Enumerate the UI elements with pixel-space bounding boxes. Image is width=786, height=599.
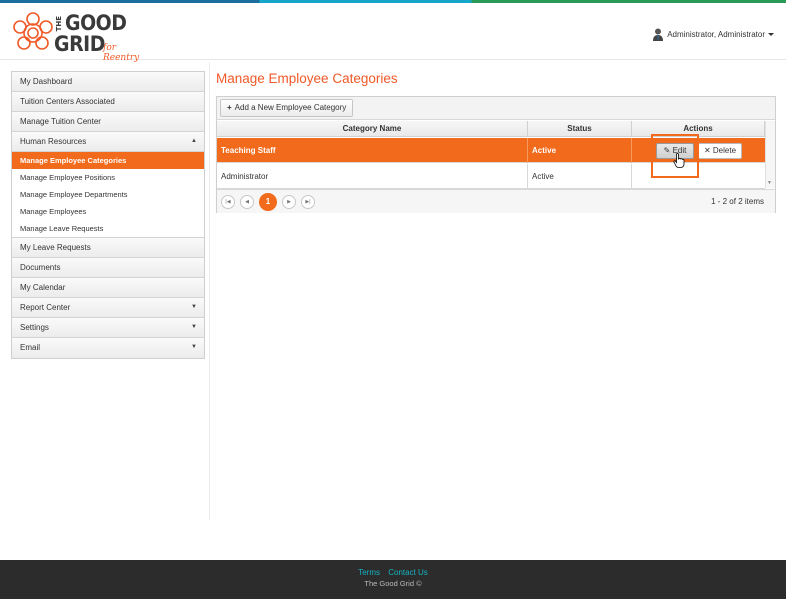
plus-icon: +	[227, 103, 232, 112]
contact-us-link[interactable]: Contact Us	[388, 568, 428, 577]
logo-tagline: for Reentry	[103, 43, 140, 63]
next-page-icon[interactable]: ▶	[282, 195, 296, 209]
scroll-down-icon[interactable]: ▼	[767, 180, 772, 186]
sidebar-item-manage-tuition-center[interactable]: Manage Tuition Center	[12, 112, 204, 132]
employee-categories-grid: + Add a New Employee Category Category Na…	[216, 96, 776, 213]
grid-pager: |◀ ◀ 1 ▶ ▶| 1 - 2 of 2 items	[217, 189, 775, 213]
page-title: Manage Employee Categories	[216, 71, 398, 86]
hand-pointer-cursor-icon	[673, 153, 685, 168]
flower-logo-icon	[13, 12, 53, 50]
add-button-label: Add a New Employee Category	[234, 103, 347, 112]
sidebar-item-my-calendar[interactable]: My Calendar	[12, 278, 204, 298]
sidebar-subitem-manage-employees[interactable]: Manage Employees	[12, 203, 204, 220]
logo-the-text: THE	[55, 16, 63, 32]
sidebar-item-tuition-centers-associated[interactable]: Tuition Centers Associated	[12, 92, 204, 112]
sidebar-item-label: My Dashboard	[20, 77, 73, 86]
pager-info: 1 - 2 of 2 items	[711, 197, 764, 206]
sidebar-subitem-manage-employee-departments[interactable]: Manage Employee Departments	[12, 186, 204, 203]
header: THE GOOD GRID for Reentry Administrator,…	[0, 3, 786, 63]
sidebar-item-my-leave-requests[interactable]: My Leave Requests	[12, 238, 204, 258]
sidebar-item-human-resources[interactable]: Human Resources ▲	[12, 132, 204, 152]
sidebar-subitem-manage-employee-positions[interactable]: Manage Employee Positions	[12, 169, 204, 186]
sidebar-item-label: Documents	[20, 263, 61, 272]
category-name-cell: Administrator	[217, 164, 528, 189]
sidebar-nav: My Dashboard Tuition Centers Associated …	[11, 71, 205, 359]
footer: Terms Contact Us The Good Grid ©	[0, 560, 786, 599]
user-menu[interactable]: Administrator, Administrator	[653, 27, 774, 41]
sidebar-item-my-dashboard[interactable]: My Dashboard	[12, 72, 204, 92]
previous-page-icon[interactable]: ◀	[240, 195, 254, 209]
last-page-icon[interactable]: ▶|	[301, 195, 315, 209]
logo-grid-text: GRID	[54, 32, 105, 56]
sidebar-item-label: Email	[20, 343, 41, 352]
add-employee-category-button[interactable]: + Add a New Employee Category	[220, 99, 354, 117]
first-page-icon[interactable]: |◀	[221, 195, 235, 209]
delete-button[interactable]: ✕ Delete	[698, 143, 742, 159]
sidebar-item-email[interactable]: Email ▼	[12, 338, 204, 358]
sidebar-item-settings[interactable]: Settings ▼	[12, 318, 204, 338]
sidebar-submenu-human-resources: Manage Employee Categories Manage Employ…	[12, 152, 204, 238]
sidebar-item-label: Manage Tuition Center	[20, 117, 101, 126]
sidebar-item-documents[interactable]: Documents	[12, 258, 204, 278]
grid-scrollbar[interactable]: ▼	[765, 121, 775, 188]
chevron-down-icon	[768, 32, 774, 36]
content-divider	[209, 62, 210, 520]
sidebar-item-label: My Calendar	[20, 283, 66, 292]
sidebar-subitem-manage-leave-requests[interactable]: Manage Leave Requests	[12, 220, 204, 237]
logo[interactable]: THE GOOD GRID for Reentry	[10, 10, 145, 63]
chevron-down-icon: ▼	[191, 324, 197, 330]
sidebar-item-label: Settings	[20, 323, 49, 332]
page-number-button[interactable]: 1	[259, 193, 277, 211]
chevron-down-icon: ▼	[191, 344, 197, 350]
sidebar-item-label: Human Resources	[20, 137, 87, 146]
sidebar-item-report-center[interactable]: Report Center ▼	[12, 298, 204, 318]
delete-button-label: Delete	[712, 146, 737, 155]
close-icon: ✕	[703, 146, 711, 155]
sidebar-item-label: Tuition Centers Associated	[20, 97, 115, 106]
sidebar-item-label: My Leave Requests	[20, 243, 91, 252]
chevron-up-icon: ▲	[191, 138, 197, 144]
sidebar-item-label: Report Center	[20, 303, 71, 312]
user-name-label: Administrator, Administrator	[667, 29, 765, 39]
column-header-status[interactable]: Status	[528, 121, 632, 137]
grid-toolbar: + Add a New Employee Category	[217, 97, 775, 120]
category-name-cell: Teaching Staff	[217, 138, 528, 163]
footer-links: Terms Contact Us	[0, 568, 786, 577]
sidebar-subitem-manage-employee-categories[interactable]: Manage Employee Categories	[12, 152, 204, 169]
status-cell: Active	[528, 138, 632, 163]
terms-link[interactable]: Terms	[358, 568, 380, 577]
user-avatar-icon	[653, 28, 664, 41]
chevron-down-icon: ▼	[191, 304, 197, 310]
footer-copyright: The Good Grid ©	[364, 579, 422, 588]
column-header-category-name[interactable]: Category Name	[217, 121, 528, 137]
status-cell: Active	[528, 164, 632, 189]
